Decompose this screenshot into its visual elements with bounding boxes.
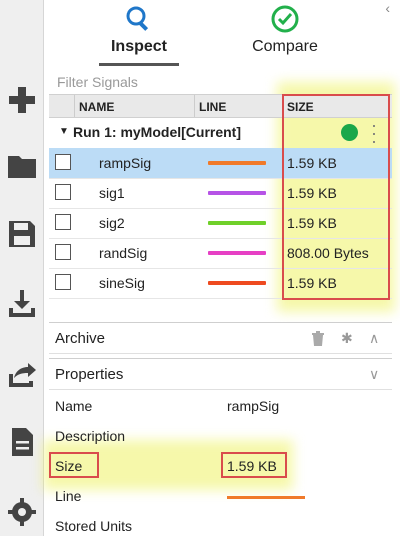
column-name[interactable]: NAME [79, 100, 114, 114]
signal-name: rampSig [99, 155, 152, 171]
checkmark-circle-icon [271, 5, 299, 33]
row-checkbox[interactable] [55, 244, 71, 260]
properties-label: Properties [55, 366, 124, 383]
signal-panel: ‹ Inspect Compare Filter Signals NAME LI… [43, 0, 395, 536]
save-icon[interactable] [0, 206, 44, 262]
properties-header[interactable]: Properties ∨ [49, 358, 392, 390]
expand-caret-icon[interactable]: ▼ [59, 126, 69, 137]
report-icon[interactable] [0, 414, 44, 470]
import-icon[interactable] [0, 276, 44, 332]
magnifier-icon [126, 6, 149, 31]
property-line-swatch [227, 496, 305, 499]
tab-inspect[interactable]: Inspect [89, 0, 189, 66]
folder-icon[interactable] [0, 138, 44, 194]
archive-settings-icon[interactable]: ✱ [341, 330, 353, 347]
signal-line-swatch[interactable] [208, 191, 266, 195]
property-value: rampSig [227, 398, 280, 414]
property-key: Line [55, 488, 82, 504]
export-icon[interactable] [0, 346, 44, 402]
signal-line-swatch[interactable] [208, 251, 266, 255]
property-key: Name [55, 398, 93, 414]
tab-bar: Inspect Compare [49, 0, 392, 66]
property-row-description: Description [49, 422, 392, 452]
row-checkbox[interactable] [55, 214, 71, 230]
row-checkbox[interactable] [55, 274, 71, 290]
size-value-highlight [221, 452, 287, 478]
settings-icon[interactable] [0, 484, 44, 536]
chevron-up-icon[interactable]: ∧ [369, 330, 379, 347]
property-key: Description [55, 428, 126, 444]
tab-compare-label: Compare [252, 38, 318, 55]
archive-label: Archive [55, 330, 106, 347]
signal-name: sig1 [99, 185, 125, 201]
property-row-name: Name rampSig [49, 392, 392, 422]
tab-compare[interactable]: Compare [235, 0, 335, 66]
row-checkbox[interactable] [55, 154, 71, 170]
signal-line-swatch[interactable] [208, 221, 266, 225]
signal-name: sig2 [99, 215, 125, 231]
archive-header[interactable]: Archive ✱ ∧ [49, 322, 392, 354]
new-icon[interactable] [0, 72, 44, 128]
row-checkbox[interactable] [55, 184, 71, 200]
trash-icon[interactable] [311, 330, 325, 349]
signal-name: randSig [99, 245, 148, 261]
column-line[interactable]: LINE [199, 100, 226, 114]
chevron-down-icon[interactable]: ∨ [369, 366, 379, 383]
property-row-stored-units: Stored Units [49, 512, 392, 536]
property-row-line: Line [49, 482, 392, 512]
left-toolbar [0, 0, 44, 536]
property-key: Stored Units [55, 518, 133, 534]
signal-name: sineSig [99, 275, 145, 291]
size-column-highlight [282, 94, 390, 300]
signal-line-swatch[interactable] [208, 161, 266, 165]
size-key-highlight [49, 452, 99, 478]
run-title: Run 1: myModel[Current] [73, 124, 241, 140]
active-tab-indicator [99, 63, 179, 66]
signal-line-swatch[interactable] [208, 281, 266, 285]
tab-inspect-label: Inspect [110, 38, 167, 55]
